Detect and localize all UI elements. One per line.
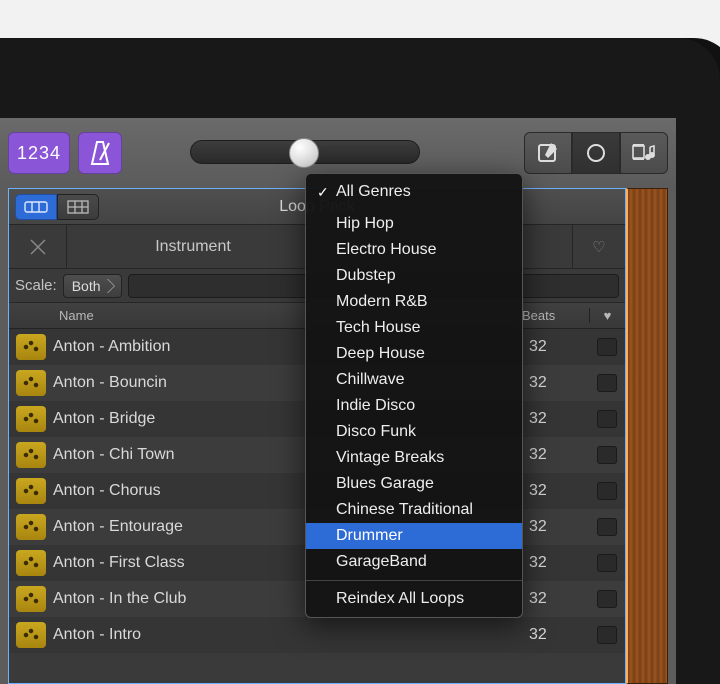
loop-beats: 32 [525, 554, 597, 572]
reset-filter-button[interactable] [9, 225, 67, 268]
loop-audio-icon [16, 442, 46, 468]
menu-item-reindex[interactable]: Reindex All Loops [306, 586, 522, 612]
header-beats[interactable]: Beats [517, 308, 589, 323]
master-volume-slider[interactable] [190, 140, 420, 164]
menu-item[interactable]: Modern R&B [306, 289, 522, 315]
loop-audio-icon [16, 550, 46, 576]
menu-item[interactable]: Tech House [306, 315, 522, 341]
menu-item[interactable]: All Genres [306, 179, 522, 205]
loop-audio-icon [16, 334, 46, 360]
editor-button[interactable] [524, 132, 572, 174]
menu-item[interactable]: Disco Funk [306, 419, 522, 445]
genre-dropdown-menu: All Genres Hip HopElectro HouseDubstepMod… [305, 173, 523, 618]
media-icon [632, 142, 656, 164]
loop-audio-icon [16, 514, 46, 540]
menu-item[interactable]: Deep House [306, 341, 522, 367]
favorite-checkbox[interactable] [597, 590, 617, 608]
favorite-checkbox[interactable] [597, 626, 617, 644]
loop-beats: 32 [525, 590, 597, 608]
favorite-checkbox[interactable] [597, 374, 617, 392]
tab-favorites[interactable]: ♡ [573, 225, 625, 268]
loop-name: Anton - Intro [53, 626, 525, 644]
right-tool-group [524, 132, 668, 174]
loop-beats: 32 [525, 410, 597, 428]
loop-audio-icon [16, 622, 46, 648]
favorite-checkbox[interactable] [597, 518, 617, 536]
tab-instrument[interactable]: Instrument [67, 225, 320, 268]
menu-item[interactable]: Drummer [306, 523, 522, 549]
menu-item[interactable]: Chinese Traditional [306, 497, 522, 523]
loop-audio-icon [16, 370, 46, 396]
scale-value: Both [72, 278, 101, 294]
menu-item[interactable]: GarageBand [306, 549, 522, 575]
menu-item[interactable]: Electro House [306, 237, 522, 263]
side-wood-panel [626, 188, 668, 684]
menu-item[interactable]: Indie Disco [306, 393, 522, 419]
heart-icon: ♡ [592, 238, 605, 256]
favorite-checkbox[interactable] [597, 446, 617, 464]
media-browser-button[interactable] [620, 132, 668, 174]
loop-browser-button[interactable] [572, 132, 620, 174]
count-in-button[interactable]: 1234 [8, 132, 70, 174]
loop-beats: 32 [525, 338, 597, 356]
note-pad-icon [537, 142, 559, 164]
menu-item[interactable]: Hip Hop [306, 211, 522, 237]
close-icon [29, 238, 47, 256]
scale-select[interactable]: Both [63, 274, 122, 298]
table-row[interactable]: Anton - Intro32 [9, 617, 625, 653]
menu-item[interactable]: Vintage Breaks [306, 445, 522, 471]
loop-icon [585, 142, 607, 164]
favorite-checkbox[interactable] [597, 410, 617, 428]
menu-item[interactable]: Blues Garage [306, 471, 522, 497]
slider-thumb[interactable] [289, 138, 319, 168]
menu-item[interactable]: Chillwave [306, 367, 522, 393]
loop-beats: 32 [525, 482, 597, 500]
loop-beats: 32 [525, 446, 597, 464]
menu-item[interactable]: Dubstep [306, 263, 522, 289]
scale-label: Scale: [15, 277, 57, 294]
header-favorite[interactable]: ♥ [589, 308, 625, 323]
metronome-button[interactable] [78, 132, 122, 174]
loop-audio-icon [16, 586, 46, 612]
heart-icon: ♥ [604, 308, 612, 323]
loop-beats: 32 [525, 374, 597, 392]
menu-separator [306, 580, 522, 581]
loop-audio-icon [16, 406, 46, 432]
favorite-checkbox[interactable] [597, 338, 617, 356]
loop-beats: 32 [525, 518, 597, 536]
loop-beats: 32 [525, 626, 597, 644]
favorite-checkbox[interactable] [597, 554, 617, 572]
metronome-icon [88, 140, 112, 166]
favorite-checkbox[interactable] [597, 482, 617, 500]
loop-audio-icon [16, 478, 46, 504]
